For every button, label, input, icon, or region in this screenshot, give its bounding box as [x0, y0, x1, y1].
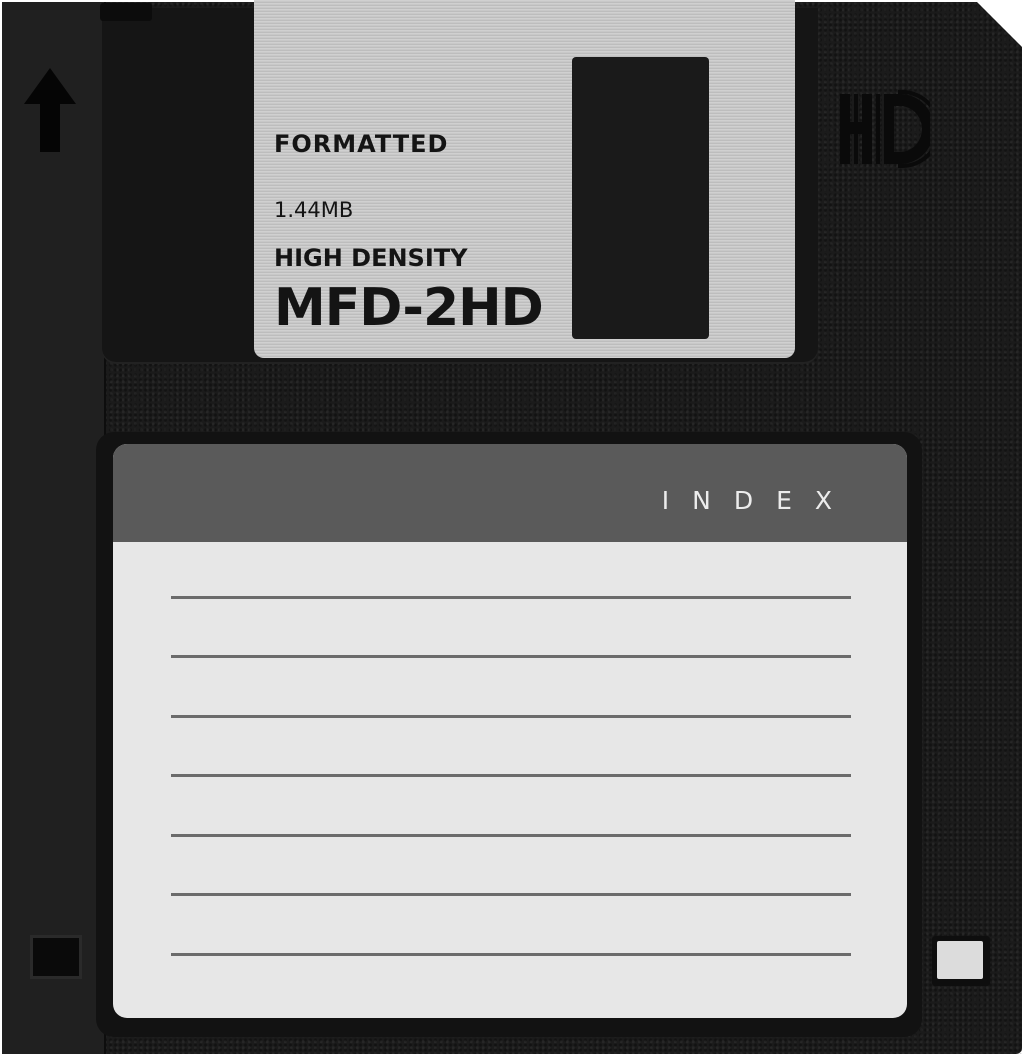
label-line [171, 774, 851, 777]
formatted-text: FORMATTED [274, 130, 449, 158]
write-protect-hole [30, 935, 82, 979]
label-line [171, 893, 851, 896]
disk-left-rail [2, 2, 106, 1054]
arrow-up-icon [24, 68, 76, 152]
label-line [171, 953, 851, 956]
metal-shutter[interactable]: FORMATTED 1.44MB HIGH DENSITY MFD-2HD [254, 0, 795, 358]
density-hole-window [937, 941, 983, 979]
index-label[interactable]: INDEX [113, 444, 907, 1018]
label-line [171, 655, 851, 658]
shutter-window [572, 57, 709, 339]
hd-logo-icon: HD [840, 90, 930, 168]
capacity-text: 1.44MB [274, 198, 354, 222]
label-line [171, 596, 851, 599]
density-text: HIGH DENSITY [274, 244, 468, 272]
index-title: INDEX [661, 486, 855, 515]
density-hole [932, 936, 990, 986]
index-label-header: INDEX [113, 444, 907, 542]
model-text: MFD-2HD [274, 278, 544, 338]
label-line [171, 834, 851, 837]
shutter-slot [100, 3, 152, 21]
label-line [171, 715, 851, 718]
